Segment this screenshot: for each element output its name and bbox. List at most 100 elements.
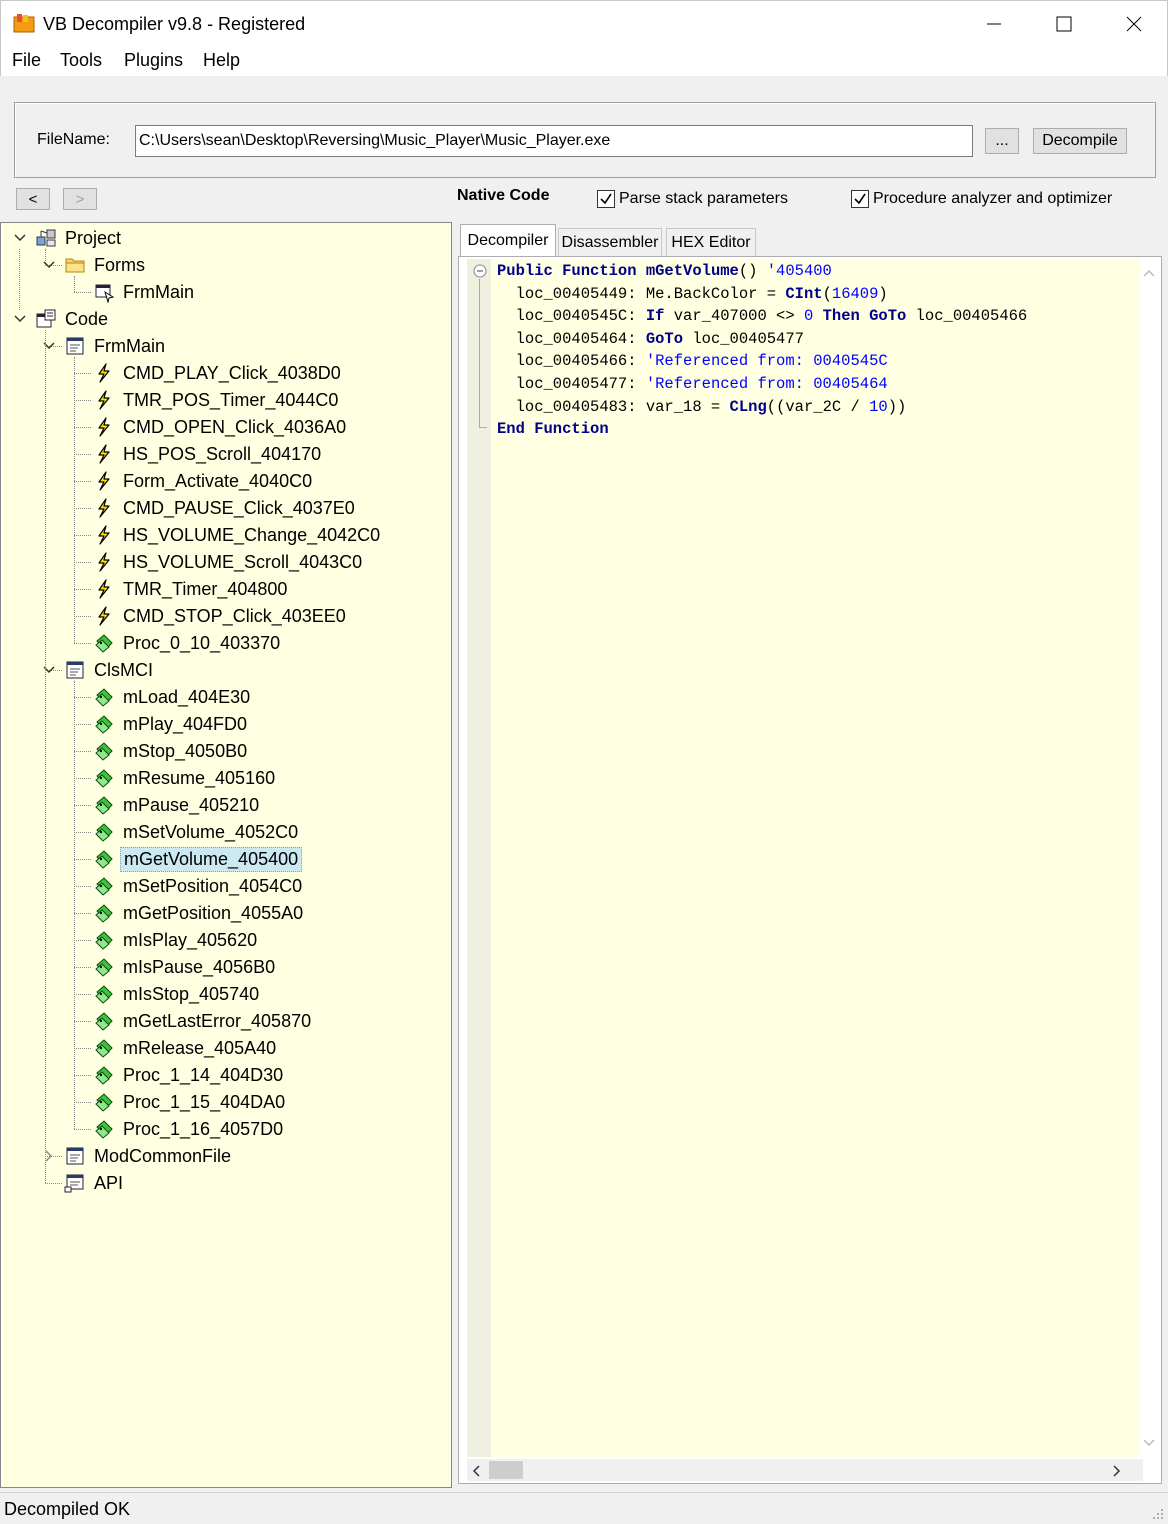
tree-node-label: mGetLastError_405870 <box>123 1010 312 1031</box>
tree-connector <box>74 481 91 482</box>
window-title: VB Decompiler v9.8 - Registered <box>43 14 306 34</box>
event-icon <box>98 471 110 491</box>
tree-node[interactable]: Proc_1_16_4057D0 <box>93 1116 286 1142</box>
tree-node[interactable]: mGetLastError_405870 <box>93 1008 314 1034</box>
tree-node[interactable]: mRelease_405A40 <box>93 1035 279 1061</box>
procedure-icon <box>95 1039 113 1058</box>
tree-node[interactable]: API <box>64 1170 126 1196</box>
tree-node[interactable]: Project <box>35 225 124 251</box>
tree-node-label: mIsPlay_405620 <box>123 929 258 950</box>
horizontal-scrollbar[interactable] <box>467 1459 1143 1481</box>
tree-node[interactable]: mPlay_404FD0 <box>93 711 250 737</box>
tree-node[interactable]: TMR_Timer_404800 <box>93 576 290 602</box>
menu-help[interactable]: Help <box>203 50 240 71</box>
back-button[interactable]: < <box>16 188 50 210</box>
code-token: 10 <box>869 397 888 416</box>
scroll-left-icon[interactable] <box>472 1465 480 1477</box>
filename-input[interactable]: C:\Users\sean\Desktop\Reversing\Music_Pl… <box>135 125 973 157</box>
tree-node-label: mLoad_404E30 <box>123 686 251 707</box>
code-line: loc_00405477: 'Referenced from: 00405464 <box>497 373 888 395</box>
tree-node[interactable]: Form_Activate_4040C0 <box>93 468 315 494</box>
tree-node[interactable]: FrmMain <box>93 279 197 305</box>
tree-node[interactable]: mIsStop_405740 <box>93 981 262 1007</box>
tree-node[interactable]: Code <box>35 306 111 332</box>
tree-node[interactable]: HS_VOLUME_Change_4042C0 <box>93 522 383 548</box>
tree-node-label: FrmMain <box>123 281 194 302</box>
tree-node[interactable]: ClsMCI <box>64 657 156 683</box>
tree-node[interactable]: mStop_4050B0 <box>93 738 250 764</box>
collapse-icon[interactable] <box>473 264 487 278</box>
tree-node[interactable]: mPause_405210 <box>93 792 262 818</box>
tree-node[interactable]: Proc_1_14_404D30 <box>93 1062 286 1088</box>
tree-node[interactable]: ModCommonFile <box>64 1143 234 1169</box>
tab-hex-editor[interactable]: HEX Editor <box>666 228 756 256</box>
event-icon <box>98 498 110 518</box>
vertical-scrollbar[interactable] <box>1139 259 1159 1457</box>
decompile-button[interactable]: Decompile <box>1033 128 1127 154</box>
tree-connector <box>74 1048 91 1049</box>
tree-node[interactable]: mSetPosition_4054C0 <box>93 873 305 899</box>
menu-plugins[interactable]: Plugins <box>124 50 183 71</box>
tree-node[interactable]: mGetPosition_4055A0 <box>93 900 306 926</box>
close-button[interactable] <box>1099 1 1168 47</box>
tree-connector <box>74 967 91 968</box>
tree-node[interactable]: Forms <box>64 252 148 278</box>
chevron-down-icon[interactable] <box>13 312 27 326</box>
tree-node[interactable]: mGetVolume_405400 <box>93 846 303 872</box>
tree-node[interactable]: mIsPlay_405620 <box>93 927 260 953</box>
tree-node-label: mSetVolume_4052C0 <box>123 821 299 842</box>
tree-node[interactable]: Proc_1_15_404DA0 <box>93 1089 288 1115</box>
code-line: loc_00405449: Me.BackColor = CInt(16409) <box>497 283 888 305</box>
tree-node[interactable]: CMD_PLAY_Click_4038D0 <box>93 360 344 386</box>
forward-button[interactable]: > <box>63 188 97 210</box>
tree-connector <box>74 508 91 509</box>
tree-connector <box>74 994 91 995</box>
tree-node[interactable]: mSetVolume_4052C0 <box>93 819 301 845</box>
project-icon <box>36 229 56 247</box>
tree-connector <box>74 913 91 914</box>
code-token: loc_00405449: Me.BackColor = <box>497 284 786 303</box>
tree-connector <box>74 427 91 428</box>
code-token: loc_00405464: <box>497 329 646 348</box>
procedure-icon <box>95 715 113 734</box>
parse-stack-checkbox[interactable]: Parse stack parameters <box>597 190 788 208</box>
scroll-up-icon[interactable] <box>1143 269 1155 277</box>
tree-connector <box>74 1129 91 1130</box>
tree-node[interactable]: Proc_0_10_403370 <box>93 630 283 656</box>
chevron-down-icon[interactable] <box>13 231 27 245</box>
tab-disassembler[interactable]: Disassembler <box>558 228 662 256</box>
tree-node[interactable]: mIsPause_4056B0 <box>93 954 278 980</box>
code-gutter <box>467 259 491 1457</box>
tree-node[interactable]: CMD_STOP_Click_403EE0 <box>93 603 349 629</box>
tree-node-label: Proc_1_15_404DA0 <box>123 1091 286 1112</box>
resize-grip-icon[interactable] <box>1152 1508 1164 1520</box>
tree-node[interactable]: FrmMain <box>64 333 168 359</box>
tree-node-label: FrmMain <box>94 335 165 356</box>
tree-connector <box>74 778 91 779</box>
menu-file[interactable]: File <box>12 50 41 71</box>
scroll-down-icon[interactable] <box>1143 1439 1155 1447</box>
code-frame: Public Function mGetVolume() '405400 loc… <box>458 256 1162 1484</box>
procedure-analyzer-checkbox[interactable]: Procedure analyzer and optimizer <box>851 190 1112 208</box>
code-token: CLng <box>729 397 767 416</box>
procedure-icon <box>95 850 113 869</box>
menu-tools[interactable]: Tools <box>60 50 102 71</box>
minimize-button[interactable] <box>959 1 1029 47</box>
scroll-right-icon[interactable] <box>1113 1465 1121 1477</box>
tree-node[interactable]: mLoad_404E30 <box>93 684 253 710</box>
tree-node[interactable]: HS_VOLUME_Scroll_4043C0 <box>93 549 365 575</box>
tree-node[interactable]: mResume_405160 <box>93 765 278 791</box>
browse-button[interactable]: ... <box>985 128 1019 154</box>
code-token: 0 <box>803 307 814 326</box>
code-view[interactable]: Public Function mGetVolume() '405400 loc… <box>467 259 1143 1457</box>
project-tree[interactable]: Project Forms FrmMain Code FrmMain CMD_PLAY_C… <box>0 222 452 1488</box>
tree-node[interactable]: CMD_PAUSE_Click_4037E0 <box>93 495 358 521</box>
code-token: loc_00405466: <box>497 352 646 371</box>
maximize-button[interactable] <box>1029 1 1099 47</box>
tree-node-label: Forms <box>94 254 145 275</box>
tab-decompiler[interactable]: Decompiler <box>460 224 556 256</box>
tree-node[interactable]: HS_POS_Scroll_404170 <box>93 441 324 467</box>
scroll-thumb[interactable] <box>489 1461 523 1479</box>
tree-node[interactable]: TMR_POS_Timer_4044C0 <box>93 387 341 413</box>
tree-node[interactable]: CMD_OPEN_Click_4036A0 <box>93 414 349 440</box>
